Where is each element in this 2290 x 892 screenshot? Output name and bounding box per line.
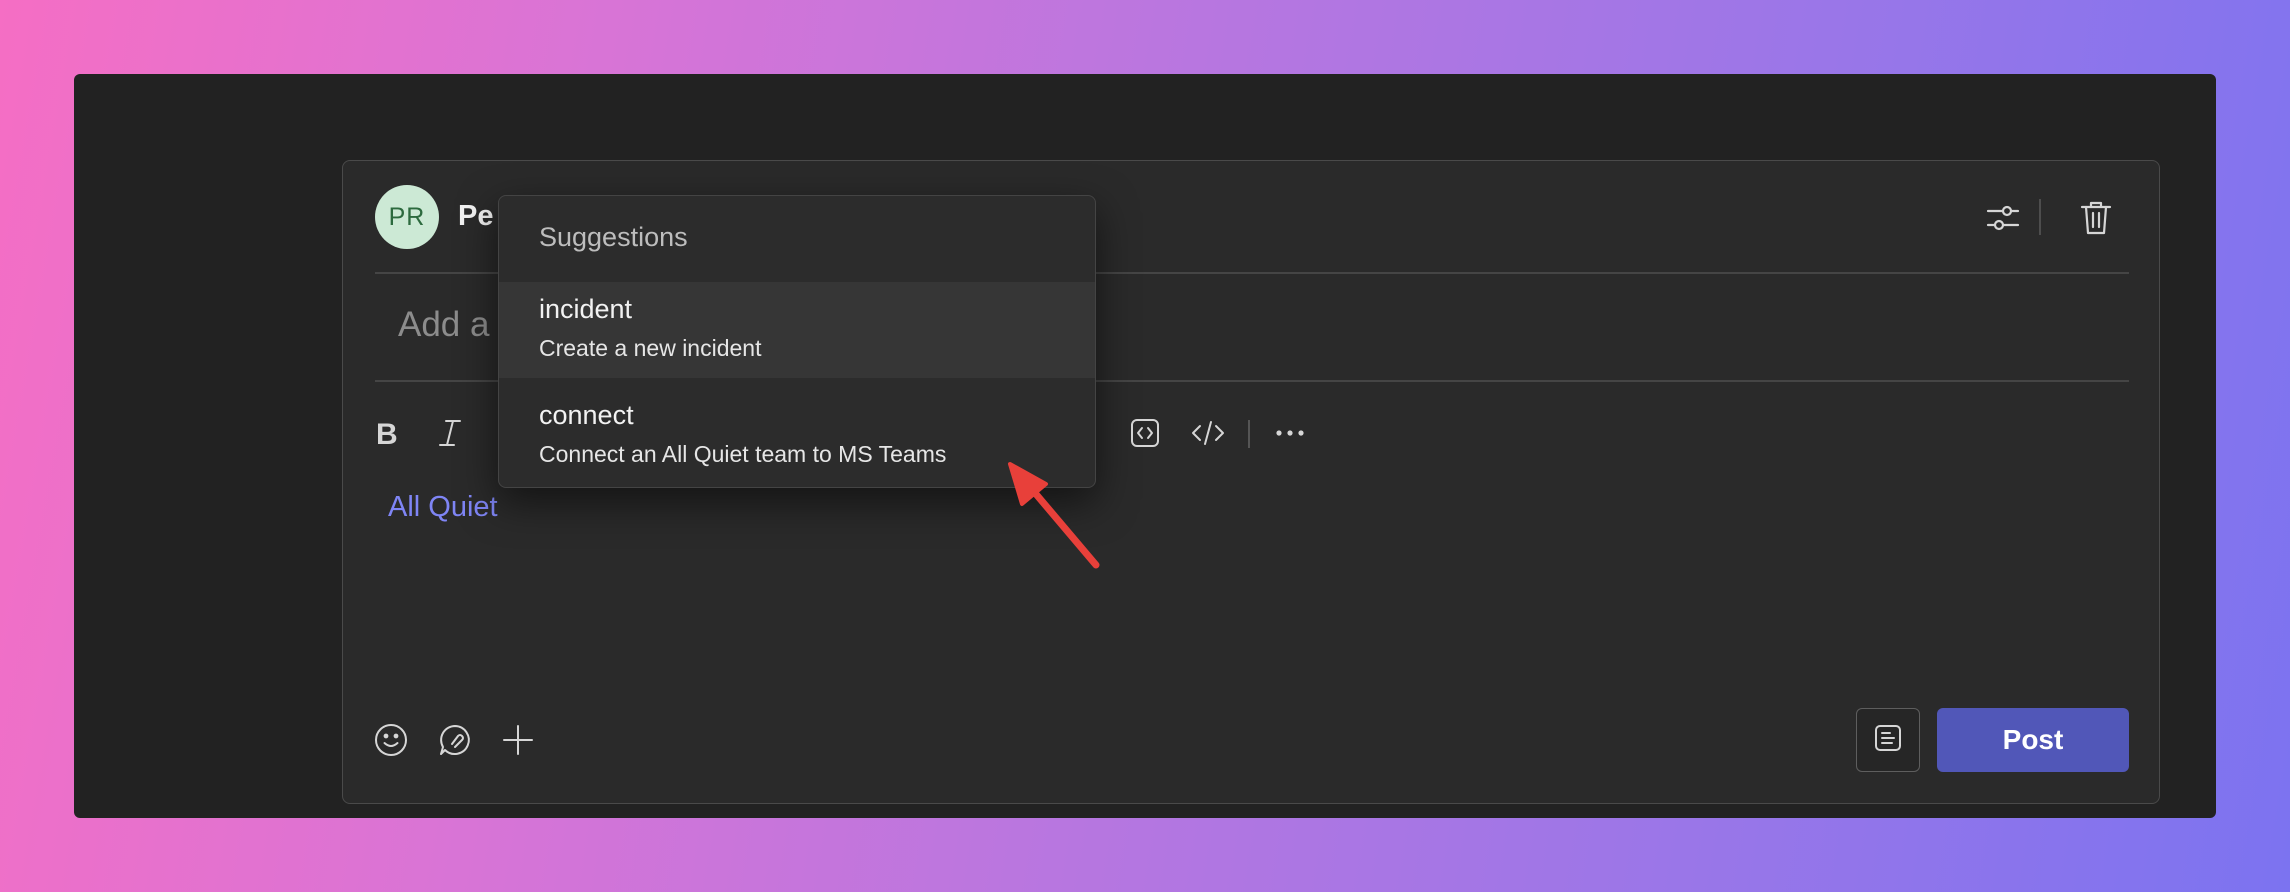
emoji-icon[interactable] bbox=[369, 718, 413, 762]
add-icon[interactable] bbox=[496, 718, 540, 762]
suggestions-title: Suggestions bbox=[539, 222, 688, 252]
suggestions-popup: Suggestions incident Create a new incide… bbox=[498, 195, 1096, 488]
suggestion-connect[interactable]: connect Connect an All Quiet team to MS … bbox=[499, 388, 1095, 484]
suggestion-command: connect bbox=[539, 400, 634, 430]
svg-text:B: B bbox=[376, 418, 398, 448]
trash-icon[interactable] bbox=[2074, 196, 2118, 240]
sender-name: Pe bbox=[458, 200, 494, 232]
format-button[interactable] bbox=[1856, 708, 1920, 772]
avatar: PR bbox=[375, 185, 439, 249]
toolbar-divider bbox=[1248, 420, 1250, 448]
subject-input[interactable]: Add a bbox=[398, 305, 489, 345]
suggestion-description: Create a new incident bbox=[539, 335, 762, 361]
italic-icon[interactable] bbox=[428, 411, 472, 455]
loop-component-icon[interactable] bbox=[433, 718, 477, 762]
options-sliders-icon[interactable] bbox=[1981, 196, 2025, 240]
code-snippet-icon[interactable] bbox=[1123, 411, 1167, 455]
bold-icon[interactable]: B bbox=[364, 411, 408, 455]
header-divider bbox=[2039, 199, 2041, 235]
suggestion-command: incident bbox=[539, 294, 633, 324]
code-icon[interactable] bbox=[1186, 411, 1230, 455]
suggestion-description: Connect an All Quiet team to MS Teams bbox=[539, 441, 947, 467]
mention-all-quiet[interactable]: All Quiet bbox=[388, 491, 498, 524]
format-icon bbox=[1873, 723, 1903, 758]
more-options-icon[interactable] bbox=[1268, 411, 1312, 455]
suggestion-incident[interactable]: incident Create a new incident bbox=[499, 282, 1095, 378]
post-button[interactable]: Post bbox=[1937, 708, 2129, 772]
